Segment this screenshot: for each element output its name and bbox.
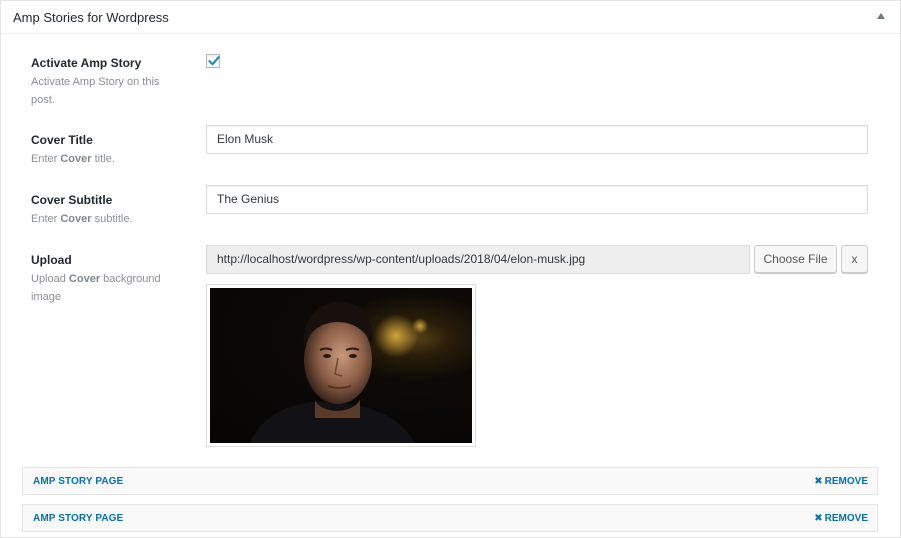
choose-file-button[interactable]: Choose File — [754, 245, 837, 273]
cover-subtitle-label: Cover Subtitle — [31, 193, 113, 207]
checkmark-icon — [208, 56, 220, 66]
upload-description: Upload Cover background image — [31, 273, 161, 303]
remove-story-page-button[interactable]: ✖ REMOVE — [814, 476, 868, 487]
upload-url-input[interactable]: http://localhost/wordpress/wp-content/up… — [206, 245, 750, 274]
cover-subtitle-description: Enter Cover subtitle. — [31, 213, 133, 225]
remove-story-page-button[interactable]: ✖ REMOVE — [814, 513, 868, 524]
portrait-photo — [210, 288, 472, 443]
activate-label: Activate Amp Story — [31, 56, 142, 70]
story-page-bar[interactable]: AMP STORY PAGE ✖ REMOVE — [22, 504, 878, 532]
metabox-header[interactable]: Amp Stories for Wordpress — [1, 1, 900, 34]
story-page-title[interactable]: AMP STORY PAGE — [33, 476, 123, 487]
close-icon: ✖ — [814, 513, 823, 524]
arrow-up-icon[interactable] — [877, 13, 885, 19]
activate-description: Activate Amp Story on this post. — [31, 76, 160, 106]
cover-image-preview — [206, 284, 476, 447]
upload-label: Upload — [31, 253, 72, 267]
cover-title-input[interactable]: Elon Musk — [206, 125, 868, 154]
activate-checkbox[interactable] — [206, 54, 220, 68]
story-page-bar[interactable]: AMP STORY PAGE ✖ REMOVE — [22, 467, 878, 495]
close-icon: ✖ — [814, 476, 823, 487]
amp-stories-metabox: Amp Stories for Wordpress Activate Amp S… — [0, 0, 901, 538]
cover-title-description: Enter Cover title. — [31, 153, 115, 165]
story-page-title[interactable]: AMP STORY PAGE — [33, 513, 123, 524]
cover-title-label: Cover Title — [31, 133, 93, 147]
clear-upload-button[interactable]: x — [841, 245, 868, 273]
metabox-title: Amp Stories for Wordpress — [13, 10, 169, 25]
portrait-illustration — [250, 302, 428, 443]
cover-subtitle-input[interactable]: The Genius — [206, 185, 868, 214]
